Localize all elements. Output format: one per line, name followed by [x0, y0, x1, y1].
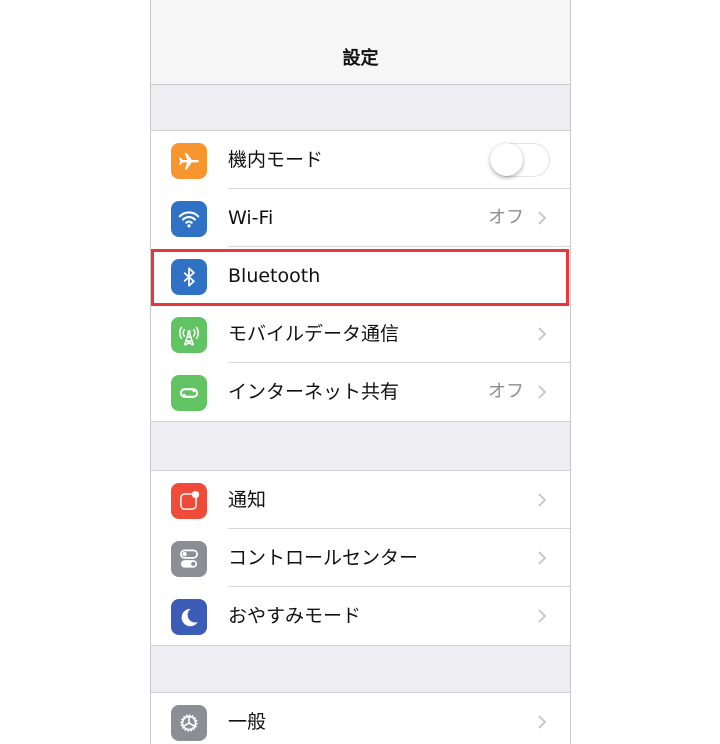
chevron-right-icon	[538, 327, 547, 341]
row-label: 機内モード	[228, 149, 324, 171]
row-value: オフ	[488, 381, 524, 402]
bluetooth-icon	[171, 259, 207, 295]
toggle-knob	[490, 143, 523, 176]
row-wifi[interactable]: Wi-Fi オフ	[151, 189, 570, 247]
control-center-icon	[171, 541, 207, 577]
chevron-right-icon	[538, 493, 547, 507]
row-label: コントロールセンター	[228, 547, 419, 569]
row-personal-hotspot[interactable]: インターネット共有 オフ	[151, 363, 570, 421]
settings-group-notifications: 通知 コントロールセンター おやすみモード	[151, 470, 570, 646]
row-control-center[interactable]: コントロールセンター	[151, 529, 570, 587]
row-general[interactable]: 一般	[151, 693, 570, 744]
navigation-bar: 設定	[151, 0, 570, 85]
row-label: 通知	[228, 489, 267, 511]
chevron-right-icon	[538, 609, 547, 623]
row-label: 一般	[228, 711, 267, 733]
chevron-right-icon	[538, 211, 547, 225]
chevron-right-icon	[538, 385, 547, 399]
row-label: モバイルデータ通信	[228, 323, 400, 345]
page-title: 設定	[342, 48, 379, 69]
settings-screen: 設定 機内モード Wi-Fi オフ Bluetooth モバイルデータ通信 イン…	[150, 0, 571, 744]
chevron-right-icon	[538, 551, 547, 565]
settings-group-connectivity: 機内モード Wi-Fi オフ Bluetooth モバイルデータ通信 インターネ…	[151, 130, 570, 422]
row-value: オフ	[488, 207, 524, 228]
row-bluetooth[interactable]: Bluetooth	[151, 247, 570, 305]
notifications-icon	[171, 483, 207, 519]
row-do-not-disturb[interactable]: おやすみモード	[151, 587, 570, 645]
row-label: おやすみモード	[228, 605, 362, 627]
airplane-mode-toggle[interactable]	[490, 143, 550, 177]
personal-hotspot-icon	[171, 375, 207, 411]
gear-icon	[171, 705, 207, 741]
row-airplane-mode[interactable]: 機内モード	[151, 131, 570, 189]
row-label: インターネット共有	[228, 381, 400, 403]
airplane-icon	[171, 143, 207, 179]
settings-group-general: 一般	[151, 692, 570, 744]
row-mobile-data[interactable]: モバイルデータ通信	[151, 305, 570, 363]
row-label: Bluetooth	[228, 265, 321, 287]
row-label: Wi-Fi	[228, 207, 274, 229]
wifi-icon	[171, 201, 207, 237]
chevron-right-icon	[538, 715, 547, 729]
moon-icon	[171, 599, 207, 635]
cellular-antenna-icon	[171, 317, 207, 353]
row-notifications[interactable]: 通知	[151, 471, 570, 529]
